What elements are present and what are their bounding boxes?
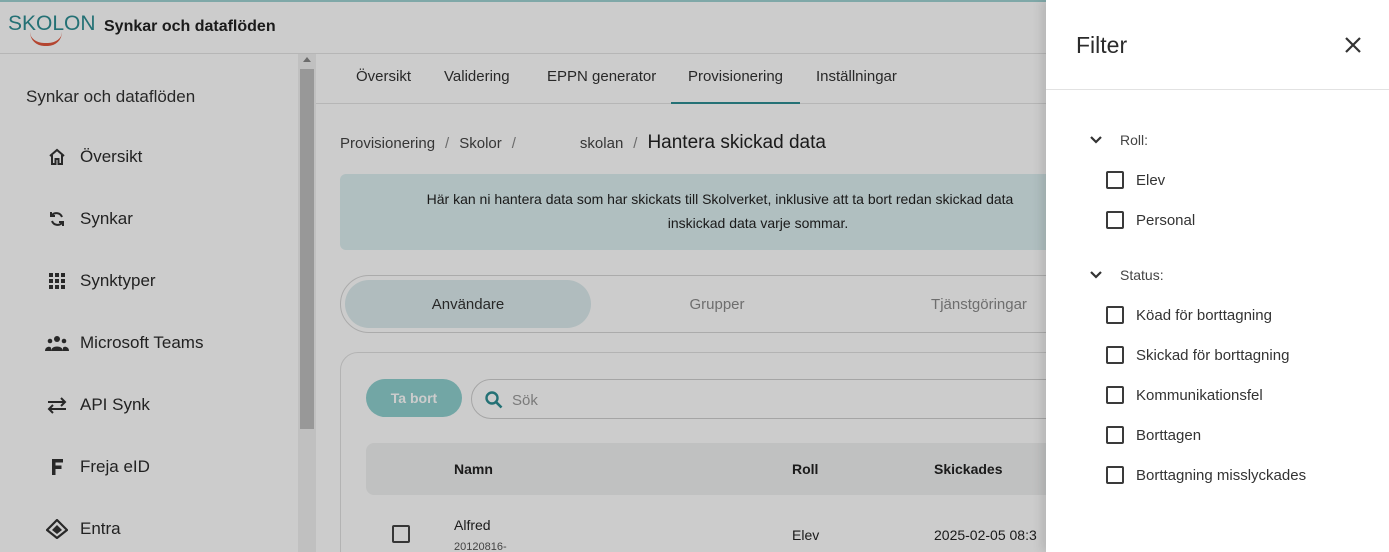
filter-group-label: Roll:	[1120, 132, 1149, 148]
filter-option-koad-for-borttagning[interactable]: Köad för borttagning	[1106, 304, 1272, 326]
chevron-down-icon	[1090, 271, 1102, 279]
filter-option-label: Skickad för borttagning	[1136, 346, 1290, 364]
filter-option-borttagning-misslyckades[interactable]: Borttagning misslyckades	[1106, 464, 1306, 486]
filter-group-roll[interactable]: Roll:	[1086, 129, 1148, 151]
filter-group-status[interactable]: Status:	[1086, 264, 1164, 286]
filter-title: Filter	[1076, 32, 1128, 58]
checkbox[interactable]	[1106, 211, 1124, 229]
filter-header: Filter	[1046, 0, 1389, 90]
checkbox[interactable]	[1106, 171, 1124, 189]
checkbox[interactable]	[1106, 466, 1124, 484]
chevron-down-icon	[1090, 136, 1102, 144]
close-icon	[1345, 37, 1361, 53]
filter-option-kommunikationsfel[interactable]: Kommunikationsfel	[1106, 384, 1263, 406]
filter-option-label: Kommunikationsfel	[1136, 386, 1263, 404]
checkbox[interactable]	[1106, 346, 1124, 364]
checkbox[interactable]	[1106, 386, 1124, 404]
filter-group-label: Status:	[1120, 267, 1164, 283]
checkbox[interactable]	[1106, 426, 1124, 444]
filter-option-skickad-for-borttagning[interactable]: Skickad för borttagning	[1106, 344, 1289, 366]
filter-option-borttagen[interactable]: Borttagen	[1106, 424, 1201, 446]
filter-option-personal[interactable]: Personal	[1106, 209, 1195, 231]
filter-drawer: Filter Roll: Elev Personal Status: Köad …	[1046, 0, 1389, 552]
filter-option-label: Elev	[1136, 171, 1166, 189]
filter-option-label: Borttagen	[1136, 426, 1202, 444]
close-button[interactable]	[1338, 30, 1368, 60]
checkbox[interactable]	[1106, 306, 1124, 324]
filter-option-label: Personal	[1136, 211, 1196, 229]
filter-option-label: Borttagning misslyckades	[1136, 466, 1307, 484]
filter-option-elev[interactable]: Elev	[1106, 169, 1165, 191]
filter-option-label: Köad för borttagning	[1136, 306, 1272, 324]
